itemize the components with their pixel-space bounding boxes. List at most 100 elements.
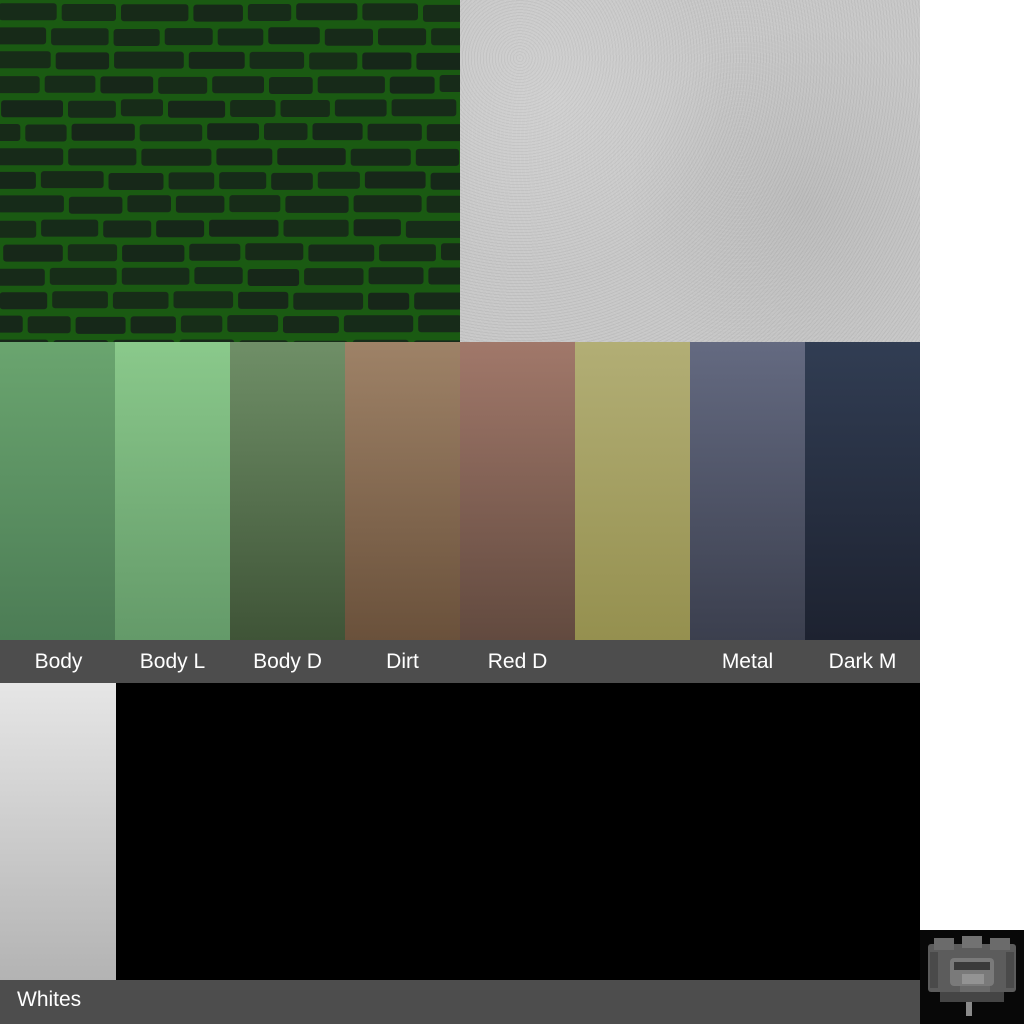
brick <box>156 220 205 238</box>
brick <box>431 28 460 46</box>
brick <box>353 219 401 237</box>
brick <box>0 220 37 238</box>
brick <box>264 123 308 141</box>
brick <box>247 4 292 21</box>
whites-label: Whites <box>17 988 82 1011</box>
brick <box>280 100 330 117</box>
brick <box>49 267 117 285</box>
swatch-label: Dark M <box>828 650 897 673</box>
brick <box>343 315 414 333</box>
brick <box>269 77 313 94</box>
brick <box>368 292 410 310</box>
brick <box>389 76 435 94</box>
brick <box>0 76 40 94</box>
swatch-dark-metal <box>805 342 920 640</box>
whites-label-bar <box>0 980 920 1024</box>
swatch-label: Body <box>34 650 83 673</box>
brick <box>130 316 176 334</box>
brick <box>40 171 104 189</box>
brick-pattern <box>0 0 460 342</box>
brick <box>317 171 360 189</box>
swatch-body-dark <box>230 342 345 640</box>
swatch-label: Body L <box>139 650 206 673</box>
brick <box>334 99 387 117</box>
brick <box>209 219 279 237</box>
brick <box>0 292 48 310</box>
brick <box>416 52 460 70</box>
brick <box>309 52 358 70</box>
brick <box>188 51 245 69</box>
brick <box>27 316 71 334</box>
swatch-label <box>575 640 690 683</box>
brick <box>378 28 427 46</box>
brick <box>1 100 64 118</box>
concrete-texture <box>460 0 920 342</box>
brick <box>362 3 418 21</box>
brick <box>112 291 169 309</box>
brick <box>423 4 460 22</box>
brick <box>103 220 152 238</box>
brick <box>230 100 276 117</box>
brick <box>189 243 241 261</box>
brick <box>68 196 123 214</box>
swatch-metal <box>690 342 805 640</box>
brick <box>0 268 45 286</box>
brick <box>245 243 304 261</box>
brick <box>44 75 96 93</box>
brick <box>367 123 422 141</box>
brick <box>113 29 160 46</box>
swatch-label: Red D <box>487 650 548 673</box>
brick <box>121 4 189 22</box>
brick <box>212 76 264 94</box>
swatch-label: Metal <box>721 650 774 673</box>
brick <box>426 124 460 142</box>
brick <box>283 219 349 237</box>
brick <box>304 268 364 286</box>
brick <box>0 148 64 166</box>
brick <box>229 195 281 213</box>
brick <box>405 220 460 238</box>
brick <box>52 291 108 309</box>
brick <box>0 171 36 189</box>
swatch-olive <box>575 342 690 640</box>
swatch-body-light <box>115 342 230 640</box>
brick <box>141 148 212 166</box>
swatch-whites <box>0 683 116 980</box>
brick <box>122 244 185 262</box>
brick <box>100 76 154 94</box>
brick <box>0 195 64 213</box>
brick <box>173 291 234 309</box>
brick <box>75 316 126 334</box>
brick <box>71 123 135 141</box>
brick <box>249 51 305 69</box>
swatch-label: Dirt <box>386 650 419 673</box>
brick <box>25 124 67 142</box>
brick <box>317 76 385 94</box>
brick <box>0 315 23 333</box>
brick <box>277 148 346 166</box>
brick <box>283 316 339 334</box>
brick <box>391 99 457 117</box>
brick <box>439 75 460 92</box>
brick <box>362 52 412 70</box>
brick <box>312 123 363 141</box>
brick <box>168 172 215 190</box>
brick <box>324 28 373 46</box>
swatch-label: Body D <box>253 650 322 673</box>
brick <box>268 27 320 45</box>
brick <box>41 219 99 237</box>
brick <box>379 244 436 262</box>
brick <box>3 244 63 262</box>
brick <box>247 269 300 286</box>
brick <box>238 291 289 309</box>
brick <box>216 148 273 166</box>
brick <box>368 267 424 285</box>
brick <box>353 195 422 213</box>
model-thumbnail-icon <box>920 930 1024 1024</box>
brick <box>193 4 243 22</box>
swatch-body <box>0 342 115 640</box>
brick <box>68 100 116 118</box>
brick <box>61 4 116 21</box>
brick <box>180 315 223 333</box>
brick <box>364 171 426 189</box>
